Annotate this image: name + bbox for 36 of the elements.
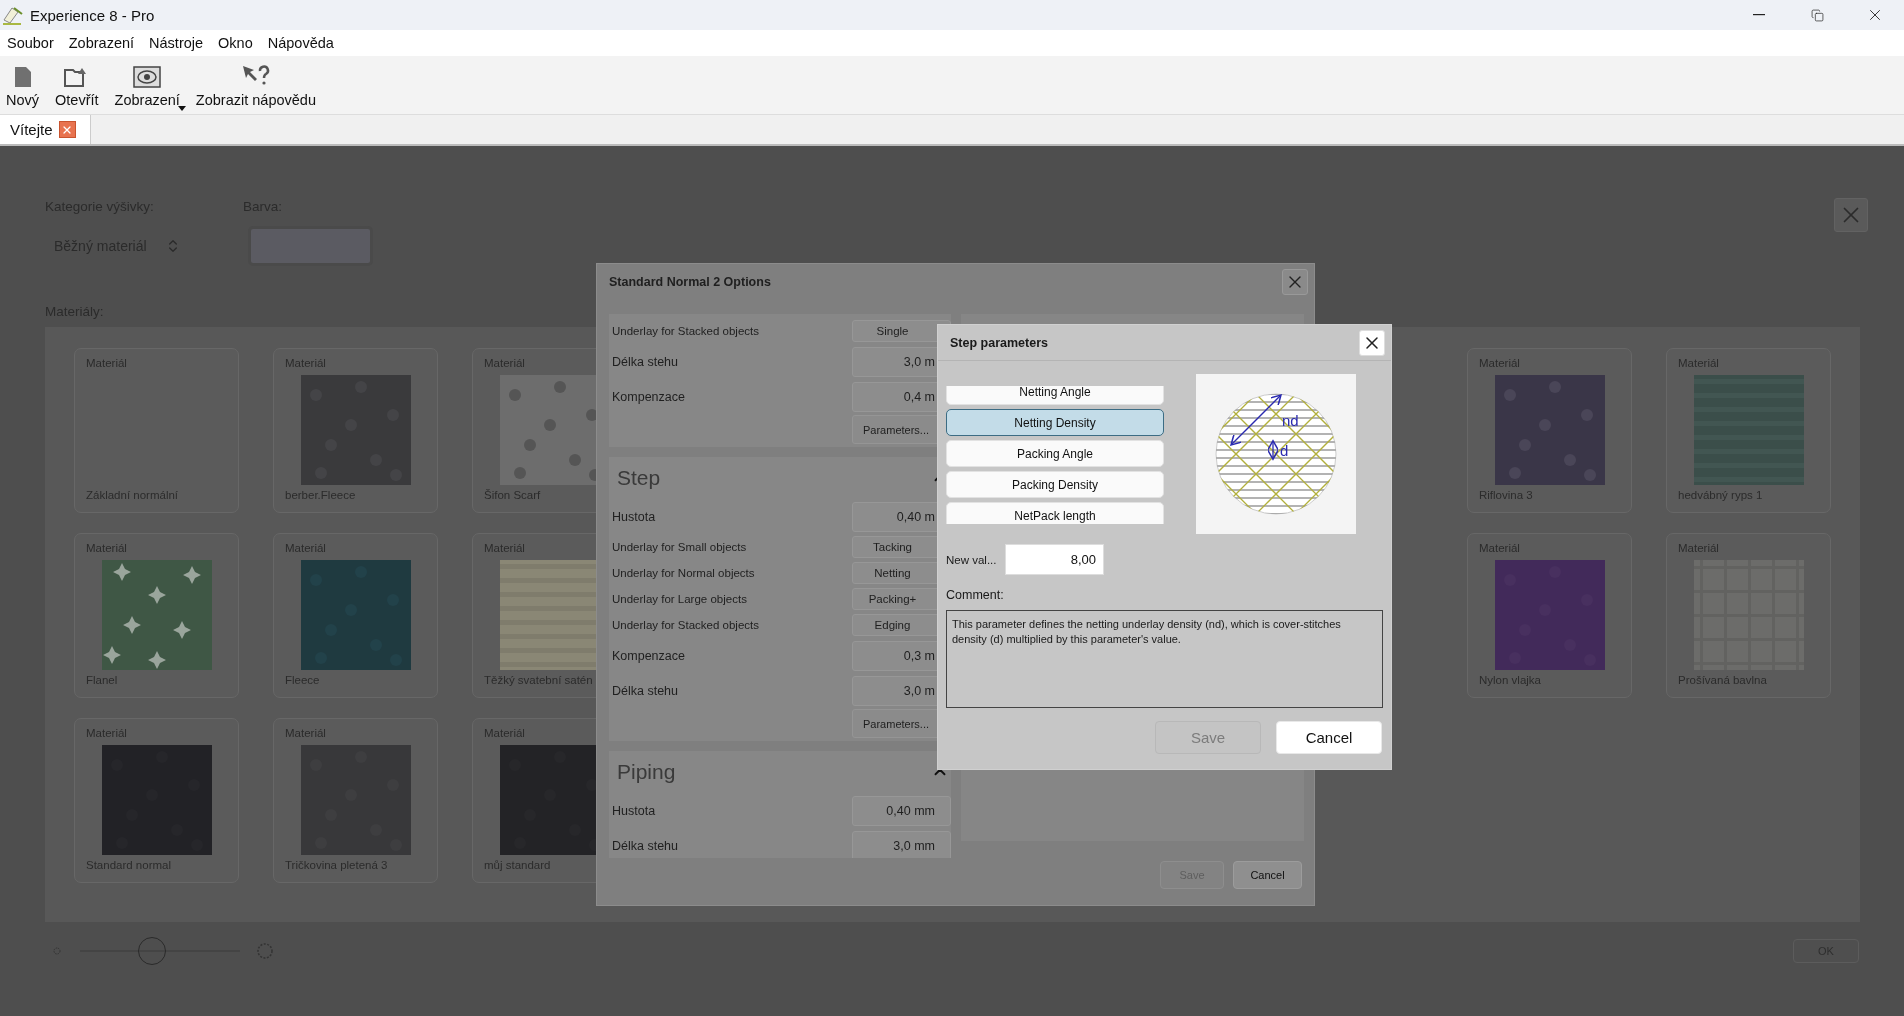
dialog-title: Step parameters bbox=[950, 335, 1048, 350]
color-swatch[interactable] bbox=[248, 226, 373, 266]
dotted-circle-icon bbox=[256, 942, 274, 960]
parameter-item[interactable]: Packing Angle bbox=[946, 440, 1164, 467]
parameter-item[interactable]: Packing Density bbox=[946, 471, 1164, 498]
restore-icon bbox=[1810, 8, 1824, 22]
document-tab[interactable]: Vítejte bbox=[0, 115, 91, 144]
value-input[interactable]: 8,00 bbox=[1005, 544, 1104, 575]
eye-icon bbox=[133, 66, 162, 88]
toolbar-button[interactable]: Nový bbox=[4, 66, 42, 108]
comment-box: This parameter defines the netting underlay density (nd), which is cover-stitches density (d) multiplied by this parameter's value. bbox=[946, 610, 1383, 708]
app-logo-icon bbox=[2, 4, 24, 26]
value-field[interactable]: 0,40 mm bbox=[852, 795, 951, 826]
close-icon[interactable] bbox=[58, 121, 76, 138]
toolbar-button[interactable]: Otevřít bbox=[53, 66, 101, 108]
menu-item[interactable]: Nástroje bbox=[142, 30, 212, 56]
dimension-label: d bbox=[1280, 442, 1289, 459]
parameter-item[interactable]: Netting Angle bbox=[946, 386, 1164, 405]
toolbar-button[interactable]: Zobrazení bbox=[112, 66, 182, 108]
dialog-title: Standard Normal 2 Options bbox=[609, 275, 771, 289]
dimension-label: nd bbox=[1282, 412, 1299, 429]
menu-item[interactable]: Okno bbox=[211, 30, 261, 56]
dialog-button[interactable]: Cancel bbox=[1276, 721, 1382, 754]
option-label: Underlay for Stacked objects bbox=[612, 325, 761, 337]
toolbar-button[interactable]: Zobrazit nápovědu bbox=[193, 64, 318, 108]
minimize-icon bbox=[1753, 14, 1765, 16]
close-button[interactable] bbox=[1282, 269, 1308, 295]
parameter-item[interactable]: NetPack length bbox=[946, 502, 1164, 524]
dialog-button[interactable]: Cancel bbox=[1233, 861, 1302, 889]
menu-item[interactable]: Zobrazení bbox=[61, 30, 143, 56]
document-icon bbox=[13, 66, 32, 88]
window-title: Experience 8 - Pro bbox=[30, 6, 155, 24]
menu-item[interactable]: Soubor bbox=[0, 30, 62, 56]
parameter-item[interactable]: Netting Density bbox=[946, 409, 1164, 436]
menu-item[interactable]: Nápověda bbox=[260, 30, 342, 56]
value-field[interactable]: 3,0 mm bbox=[852, 830, 951, 858]
